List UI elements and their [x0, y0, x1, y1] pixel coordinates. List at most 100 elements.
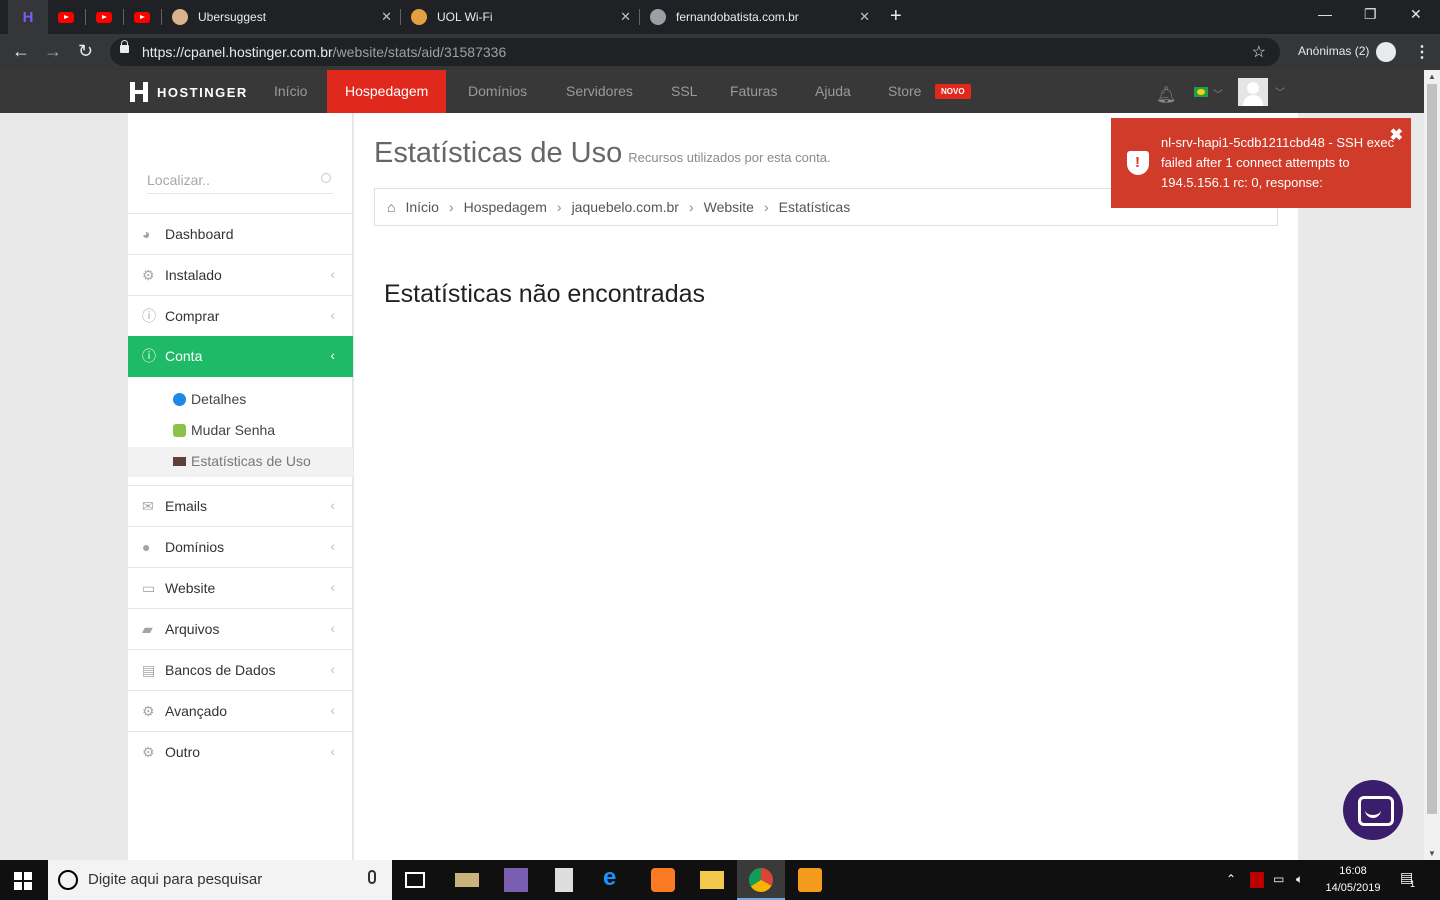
nav-ajuda[interactable]: Ajuda [797, 70, 869, 113]
browser-tab-strip: H Ubersuggest ✕ UOL Wi-Fi ✕ fernandobati… [0, 0, 1440, 34]
breadcrumb-domain[interactable]: jaquebelo.com.br [572, 199, 679, 225]
subitem-estatisticas[interactable]: Estatísticas de Uso [128, 447, 353, 477]
breadcrumb-separator: › [448, 199, 454, 215]
chrome-menu-icon[interactable]: ⋮ [1414, 42, 1430, 62]
breadcrumb-separator: › [556, 199, 562, 215]
taskbar-clock[interactable]: 16:08 14/05/2019 [1323, 863, 1383, 897]
url-text[interactable]: https://cpanel.hostinger.com.br/website/… [142, 44, 506, 60]
subitem-label: Detalhes [191, 391, 247, 407]
xampp-icon[interactable] [651, 868, 675, 892]
bookmark-star-icon[interactable]: ☆ [1252, 42, 1266, 62]
nav-store[interactable]: Store [870, 70, 939, 113]
filezilla-icon[interactable] [1250, 872, 1264, 888]
address-bar[interactable]: https://cpanel.hostinger.com.br/website/… [110, 38, 1280, 66]
incognito-label[interactable]: Anónimas (2) [1298, 44, 1369, 58]
error-toast: nl-srv-hapi1-5cdb1211cbd48 - SSH exec fa… [1111, 118, 1411, 208]
tab-title: UOL Wi-Fi [437, 10, 493, 24]
brazil-flag-icon[interactable] [1194, 87, 1208, 97]
windows-start-icon[interactable] [14, 872, 32, 890]
minimize-button[interactable]: — [1318, 6, 1332, 22]
pinned-tab-hostinger[interactable]: H [8, 0, 48, 34]
network-icon[interactable]: ▭ [1273, 872, 1284, 886]
cogs-icon: ⚙ [142, 703, 155, 719]
page-scrollbar[interactable]: ▲ ▼ [1424, 70, 1440, 860]
back-button[interactable]: ← [12, 41, 30, 62]
tab-fernandobatista[interactable]: fernandobatista.com.br ✕ [650, 0, 876, 34]
edge-icon[interactable]: e [603, 864, 627, 891]
sidebar-item-arquivos[interactable]: ▰ Arquivos ‹ [128, 608, 353, 649]
close-window-button[interactable]: ✕ [1410, 6, 1422, 23]
scroll-up-icon[interactable]: ▲ [1428, 72, 1436, 81]
restore-button[interactable]: ❐ [1364, 6, 1377, 23]
breadcrumb-hospedagem[interactable]: Hospedagem [464, 199, 547, 225]
store-new-badge: NOVO [935, 84, 971, 99]
taskbar-chrome-active[interactable] [737, 860, 785, 900]
pinned-tab-youtube-3[interactable] [124, 0, 160, 34]
app-icon[interactable] [455, 873, 479, 887]
toast-close-button[interactable]: ✖ [1390, 126, 1403, 146]
tab-close-icon[interactable]: ✕ [381, 9, 392, 25]
lock-icon [120, 40, 129, 53]
chevron-down-icon[interactable]: ﹀ [1275, 84, 1285, 99]
scrollbar-thumb[interactable] [1427, 84, 1437, 814]
microphone-icon[interactable] [368, 870, 376, 884]
nav-ssl[interactable]: SSL [653, 70, 715, 113]
nav-servidores[interactable]: Servidores [548, 70, 651, 113]
sidebar-item-avancado[interactable]: ⚙ Avançado ‹ [128, 690, 353, 731]
subitem-mudar-senha[interactable]: Mudar Senha [128, 416, 353, 446]
info-icon: ⓘ [142, 308, 156, 324]
calculator-icon[interactable] [555, 868, 573, 892]
sidebar-item-website[interactable]: ▭ Website ‹ [128, 567, 353, 608]
pinned-tab-youtube-2[interactable] [86, 0, 122, 34]
breadcrumb-website[interactable]: Website [704, 199, 754, 225]
volume-icon[interactable]: 🔈︎ [1296, 872, 1303, 887]
search-icon[interactable] [321, 173, 331, 183]
gear-icon: ⚙ [142, 744, 155, 760]
notification-count: 1 [1410, 879, 1416, 889]
sidebar-item-bancos-de-dados[interactable]: ▤ Bancos de Dados ‹ [128, 649, 353, 690]
tab-uol-wifi[interactable]: UOL Wi-Fi ✕ [411, 0, 637, 34]
taskbar-search-box[interactable]: Digite aqui para pesquisar [48, 860, 392, 900]
sidebar-item-emails[interactable]: ✉ Emails ‹ [128, 485, 353, 526]
nav-dominios[interactable]: Domínios [450, 70, 545, 113]
page-title: Estatísticas de Uso Recursos utilizados p… [374, 137, 831, 170]
bell-icon[interactable]: 🔔︎ [1156, 85, 1176, 105]
sidebar-item-label: Conta [165, 348, 203, 364]
sidebar-item-outro[interactable]: ⚙ Outro ‹ [128, 731, 353, 772]
tab-close-icon[interactable]: ✕ [620, 9, 631, 25]
nav-faturas[interactable]: Faturas [712, 70, 795, 113]
subitem-detalhes[interactable]: Detalhes [128, 385, 353, 415]
breadcrumb-estatisticas: Estatísticas [778, 199, 851, 215]
nav-hospedagem[interactable]: Hospedagem [327, 70, 447, 119]
app-icon[interactable] [504, 868, 528, 892]
sidebar-item-conta[interactable]: ⓘ Conta ‹ [128, 336, 353, 377]
clock-date: 14/05/2019 [1325, 882, 1381, 894]
scroll-down-icon[interactable]: ▼ [1428, 849, 1436, 858]
sidebar-item-dashboard[interactable]: ◕ Dashboard [128, 213, 353, 254]
tab-ubersuggest[interactable]: Ubersuggest ✕ [172, 0, 398, 34]
new-tab-button[interactable]: + [890, 5, 902, 28]
sidebar-item-dominios[interactable]: ● Domínios ‹ [128, 526, 353, 567]
task-view-icon[interactable] [405, 872, 425, 888]
incognito-icon[interactable] [1376, 42, 1396, 62]
reload-button[interactable]: ↻ [78, 41, 93, 62]
sidebar-item-label: Outro [165, 744, 201, 760]
nav-inicio[interactable]: Início [256, 70, 325, 113]
file-explorer-icon[interactable] [700, 871, 724, 889]
chevron-down-icon[interactable]: ﹀ [1213, 86, 1223, 101]
sublime-text-icon[interactable] [798, 868, 822, 892]
breadcrumb-inicio[interactable]: Início [405, 199, 438, 225]
sidebar-item-comprar[interactable]: ⓘ Comprar ‹ [128, 295, 353, 336]
sidebar-search-input[interactable]: Localizar.. [147, 168, 333, 194]
chevron-up-icon[interactable]: ⌃ [1226, 872, 1236, 886]
shield-alert-icon [1127, 151, 1149, 175]
forward-button[interactable]: → [44, 41, 62, 62]
database-icon: ▤ [142, 662, 156, 678]
tab-close-icon[interactable]: ✕ [859, 9, 870, 25]
chevron-left-icon: ‹ [330, 579, 335, 595]
avatar[interactable] [1238, 78, 1268, 106]
sidebar-item-instalado[interactable]: ⚙ Instalado ‹ [128, 254, 353, 295]
hostinger-logo[interactable]: HOSTINGER [130, 82, 248, 102]
pinned-tab-youtube-1[interactable] [48, 0, 84, 34]
chat-launcher-button[interactable] [1343, 780, 1403, 840]
